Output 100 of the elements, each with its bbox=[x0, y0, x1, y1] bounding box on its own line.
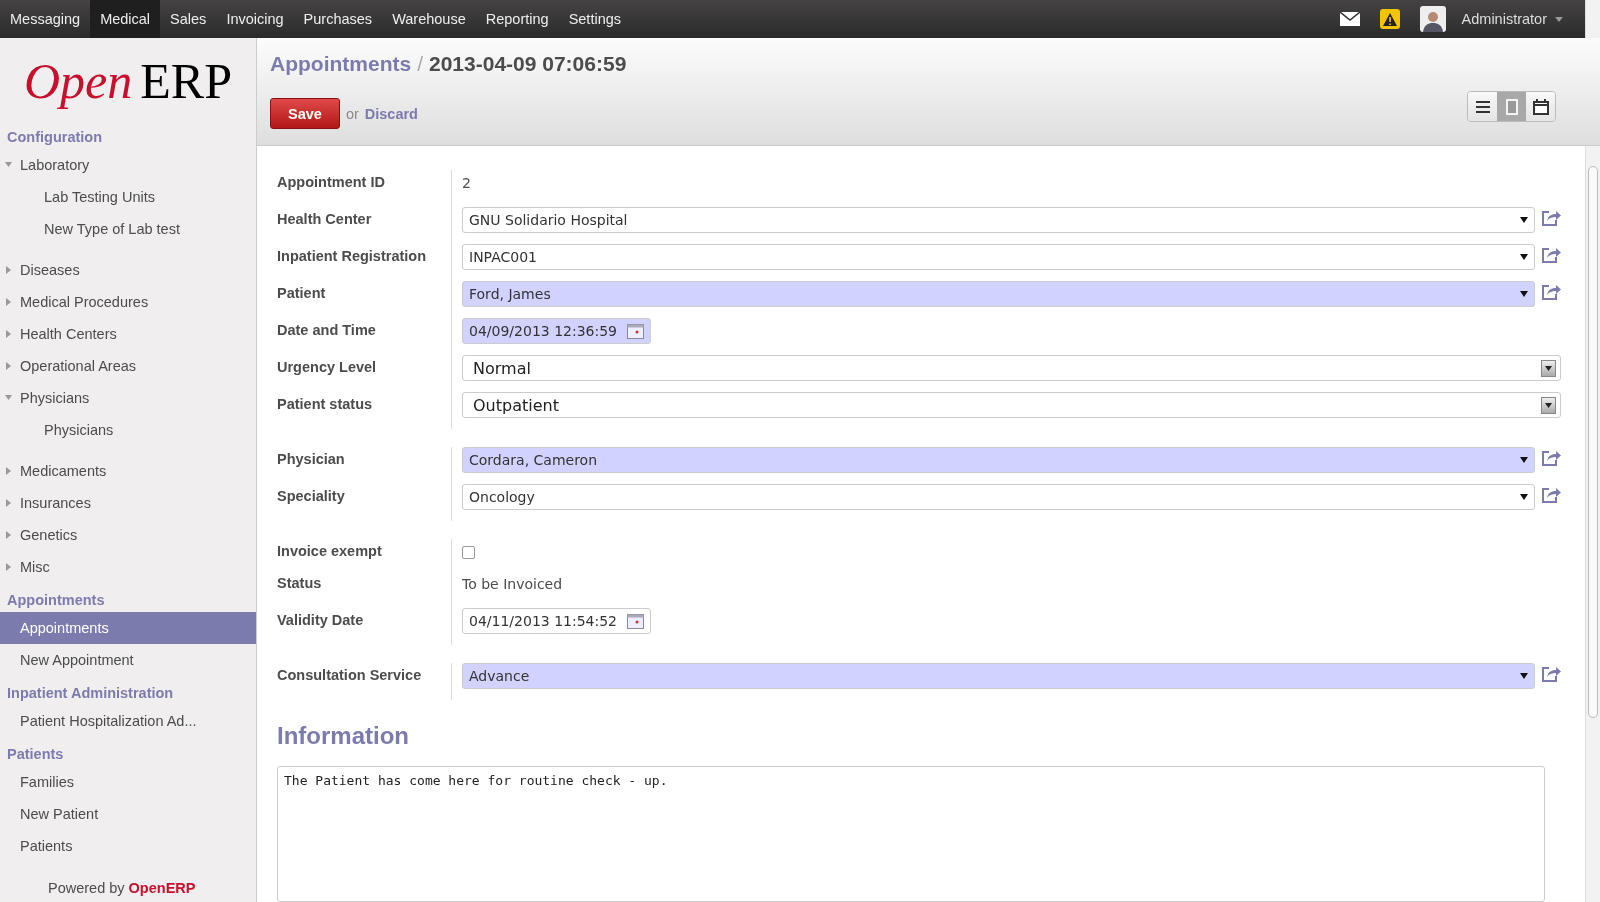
sidebar-item[interactable]: Patients bbox=[0, 830, 256, 862]
menu-item[interactable]: Medical bbox=[90, 0, 161, 38]
external-link-icon[interactable] bbox=[1541, 209, 1561, 227]
user-menu[interactable]: Administrator bbox=[1455, 0, 1585, 38]
field-label: Patient bbox=[277, 284, 327, 303]
external-link-icon[interactable] bbox=[1541, 246, 1561, 264]
sidebar-section-title: Inpatient Administration bbox=[6, 683, 175, 703]
caret-icon bbox=[5, 499, 12, 507]
footer-link[interactable]: OpenERP bbox=[128, 880, 196, 896]
view-switch-button[interactable] bbox=[1468, 92, 1497, 121]
scrollbar[interactable] bbox=[1585, 146, 1600, 902]
sidebar-section-title: Configuration bbox=[6, 127, 104, 147]
sidebar-item[interactable]: New Appointment bbox=[0, 644, 256, 676]
sidebar-item[interactable]: Diseases bbox=[0, 254, 256, 286]
menu-item[interactable]: Sales bbox=[160, 0, 217, 38]
scrollbar-track bbox=[1585, 0, 1600, 38]
section-heading: Information bbox=[277, 722, 410, 750]
field-label: Speciality bbox=[277, 487, 346, 506]
sidebar-section-title: Patients bbox=[6, 744, 65, 764]
sidebar-item[interactable]: Families bbox=[0, 766, 256, 798]
caret-icon bbox=[5, 467, 12, 475]
notes-field[interactable]: The Patient has come here for routine check - up. bbox=[277, 766, 1545, 902]
sidebar-item[interactable]: Lab Testing Units bbox=[0, 181, 256, 213]
caret-icon bbox=[5, 394, 12, 402]
sidebar-item[interactable]: Misc bbox=[0, 551, 256, 583]
caret-icon bbox=[5, 161, 12, 169]
sidebar-item[interactable]: Physicians bbox=[0, 414, 256, 446]
field-label: Physician bbox=[277, 450, 346, 469]
external-link-icon[interactable] bbox=[1541, 665, 1561, 683]
checkbox[interactable] bbox=[462, 546, 475, 559]
sidebar-item[interactable]: New Type of Lab test bbox=[0, 213, 256, 245]
save-button[interactable]: Save bbox=[270, 98, 340, 129]
dropdown-field[interactable]: Oncology bbox=[462, 484, 1535, 510]
calendar-icon[interactable] bbox=[627, 323, 645, 339]
dropdown-field[interactable]: Advance bbox=[462, 663, 1535, 689]
field-label: Inpatient Registration bbox=[277, 247, 428, 266]
form-view-icon bbox=[1505, 98, 1518, 115]
dropdown-field[interactable]: INPAC001 bbox=[462, 244, 1535, 270]
avatar[interactable] bbox=[1419, 6, 1446, 32]
breadcrumb-separator: / bbox=[417, 52, 423, 76]
sidebar-item[interactable]: Physicians bbox=[0, 382, 256, 414]
sidebar-item[interactable]: New Patient bbox=[0, 798, 256, 830]
field-label: Date and Time bbox=[277, 321, 377, 340]
field-label: Consultation Service bbox=[277, 666, 423, 685]
dropdown-arrow-icon bbox=[1520, 254, 1528, 260]
menu-item[interactable]: Invoicing bbox=[216, 0, 294, 38]
dropdown-field[interactable]: GNU Solidario Hospital bbox=[462, 207, 1535, 233]
menu-item[interactable]: Settings bbox=[558, 0, 632, 38]
menu-item[interactable]: Reporting bbox=[475, 0, 559, 38]
sidebar-item[interactable]: Insurances bbox=[0, 487, 256, 519]
sidebar-item[interactable]: Operational Areas bbox=[0, 350, 256, 382]
warning-icon[interactable] bbox=[1379, 9, 1400, 29]
menu-item[interactable]: Purchases bbox=[293, 0, 383, 38]
sidebar-item[interactable]: Patient Hospitalization Ad... bbox=[0, 705, 256, 737]
logo: ERP bbox=[140, 52, 232, 110]
calendar-view-icon bbox=[1532, 98, 1549, 115]
dropdown-field[interactable]: Ford, James bbox=[462, 281, 1535, 307]
caret-icon bbox=[5, 266, 12, 274]
field-label: Health Center bbox=[277, 210, 373, 229]
select-field[interactable]: Outpatient bbox=[462, 392, 1561, 418]
record-title: 2013-04-09 07:06:59 bbox=[429, 52, 627, 76]
view-switch-button[interactable] bbox=[1526, 92, 1555, 121]
date-field[interactable]: 04/11/2013 11:54:52 bbox=[462, 608, 652, 634]
list-view-icon bbox=[1475, 100, 1490, 113]
field-label: Patient status bbox=[277, 395, 374, 414]
or-text: or bbox=[345, 105, 359, 122]
field-label: Urgency Level bbox=[277, 358, 378, 377]
dropdown-arrow-icon bbox=[1520, 291, 1528, 297]
dropdown-arrow-icon bbox=[1520, 457, 1528, 463]
logo: Open bbox=[24, 52, 133, 110]
caret-icon bbox=[5, 330, 12, 338]
caret-icon bbox=[1555, 16, 1563, 22]
caret-icon bbox=[5, 563, 12, 571]
calendar-icon[interactable] bbox=[627, 613, 645, 629]
menu-item[interactable]: Messaging bbox=[0, 0, 91, 38]
field-label: Validity Date bbox=[277, 611, 365, 630]
caret-icon bbox=[5, 531, 12, 539]
sidebar-item[interactable]: Health Centers bbox=[0, 318, 256, 350]
menu-item[interactable]: Warehouse bbox=[382, 0, 476, 38]
field-value: 2 bbox=[462, 174, 471, 191]
view-switch-button[interactable] bbox=[1497, 92, 1526, 121]
breadcrumb-link[interactable]: Appointments bbox=[270, 52, 412, 76]
sidebar-section-title: Appointments bbox=[6, 590, 106, 610]
field-label: Status bbox=[277, 574, 323, 593]
sidebar-item[interactable]: Medical Procedures bbox=[0, 286, 256, 318]
caret-icon bbox=[5, 298, 12, 306]
field-label: Appointment ID bbox=[277, 173, 386, 192]
footer-text: Powered by bbox=[48, 880, 125, 896]
field-label: Invoice exempt bbox=[277, 542, 383, 561]
mail-icon[interactable] bbox=[1339, 12, 1360, 26]
date-field[interactable]: 04/09/2013 12:36:59 bbox=[462, 318, 652, 344]
external-link-icon[interactable] bbox=[1541, 283, 1561, 301]
external-link-icon[interactable] bbox=[1541, 449, 1561, 467]
select-field[interactable]: Normal bbox=[462, 355, 1561, 381]
sidebar-item[interactable]: Laboratory bbox=[0, 149, 256, 181]
sidebar-item[interactable]: Genetics bbox=[0, 519, 256, 551]
dropdown-field[interactable]: Cordara, Cameron bbox=[462, 447, 1535, 473]
external-link-icon[interactable] bbox=[1541, 486, 1561, 504]
sidebar-item[interactable]: Appointments bbox=[0, 612, 256, 644]
sidebar-item[interactable]: Medicaments bbox=[0, 455, 256, 487]
